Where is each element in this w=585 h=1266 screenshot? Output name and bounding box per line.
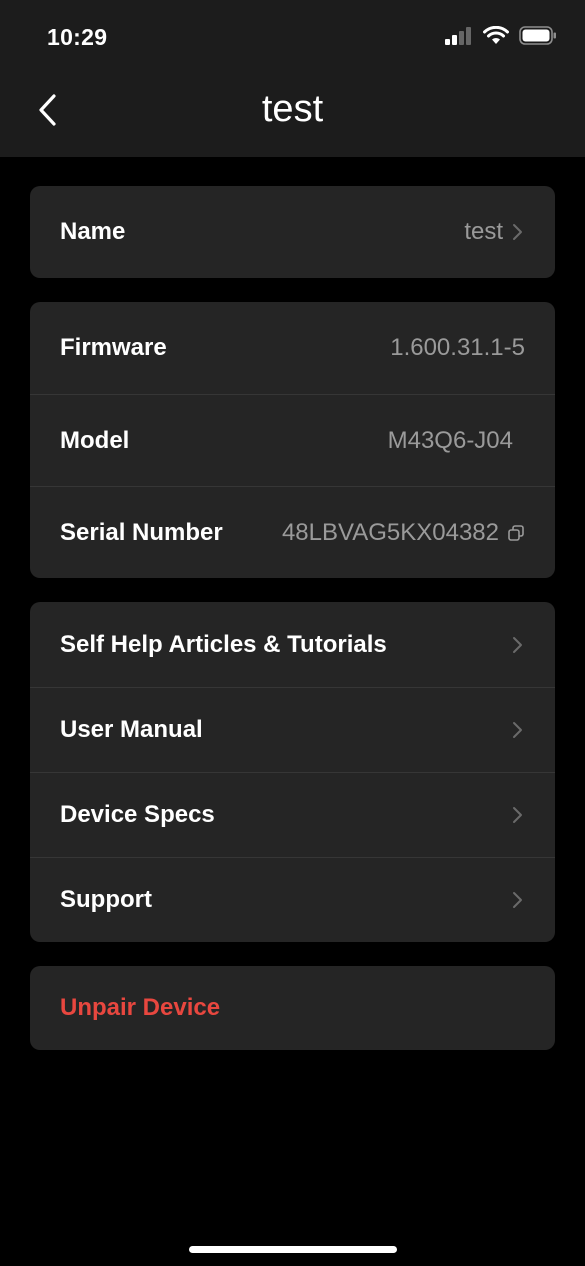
model-value: M43Q6-J04 [387, 426, 513, 454]
firmware-label: Firmware [60, 334, 167, 361]
list-item-self-help[interactable]: Self Help Articles & Tutorials [30, 602, 555, 687]
nav-bar: test [0, 72, 585, 157]
device-info-card: Firmware 1.600.31.1-5 Model M43Q6-J04 Se… [30, 302, 555, 578]
name-value: test [464, 218, 503, 245]
list-item-label: Device Specs [60, 801, 215, 828]
serial-row: Serial Number 48LBVAG5KX04382 [30, 486, 555, 578]
unpair-device-button[interactable]: Unpair Device [30, 966, 555, 1050]
serial-value: 48LBVAG5KX04382 [281, 518, 499, 546]
chevron-right-icon-wrap [511, 890, 525, 910]
battery-icon [519, 26, 556, 45]
status-bar: 10:29 [0, 0, 585, 72]
signal-icon [445, 26, 471, 45]
chevron-right-icon-wrap [511, 720, 525, 740]
name-card: Name test [30, 186, 555, 278]
name-value-group: test [464, 218, 525, 246]
model-row: Model M43Q6-J04 [30, 394, 555, 486]
help-card: Self Help Articles & Tutorials User Manu… [30, 602, 555, 942]
list-item-label: Support [60, 886, 152, 913]
name-row[interactable]: Name test [30, 186, 555, 278]
chevron-right-icon [513, 892, 522, 908]
list-item-device-specs[interactable]: Device Specs [30, 772, 555, 857]
serial-label: Serial Number [60, 518, 223, 546]
copy-icon[interactable] [507, 524, 525, 542]
firmware-row: Firmware 1.600.31.1-5 [30, 302, 555, 394]
name-label: Name [60, 218, 126, 245]
unpair-card: Unpair Device [30, 966, 555, 1050]
list-item-support[interactable]: Support [30, 857, 555, 942]
chevron-right-icon-wrap [511, 635, 525, 655]
chevron-right-icon [513, 224, 522, 240]
status-icons [445, 26, 557, 45]
status-time: 10:29 [47, 24, 108, 50]
serial-value-group: 48LBVAG5KX04382 [282, 519, 525, 547]
wifi-icon [483, 26, 509, 44]
chevron-right-icon-wrap [511, 805, 525, 825]
unpair-device-label: Unpair Device [60, 994, 221, 1021]
page-title: test [261, 88, 324, 130]
chevron-right-icon [513, 722, 522, 738]
list-item-label: Self Help Articles & Tutorials [60, 630, 387, 658]
chevron-right-icon [513, 636, 522, 653]
firmware-value: 1.600.31.1-5 [390, 334, 525, 361]
chevron-right-icon [513, 807, 522, 823]
list-item-user-manual[interactable]: User Manual [30, 687, 555, 772]
list-item-label: User Manual [60, 716, 203, 743]
home-indicator[interactable] [189, 1246, 397, 1253]
model-label: Model [60, 426, 130, 454]
